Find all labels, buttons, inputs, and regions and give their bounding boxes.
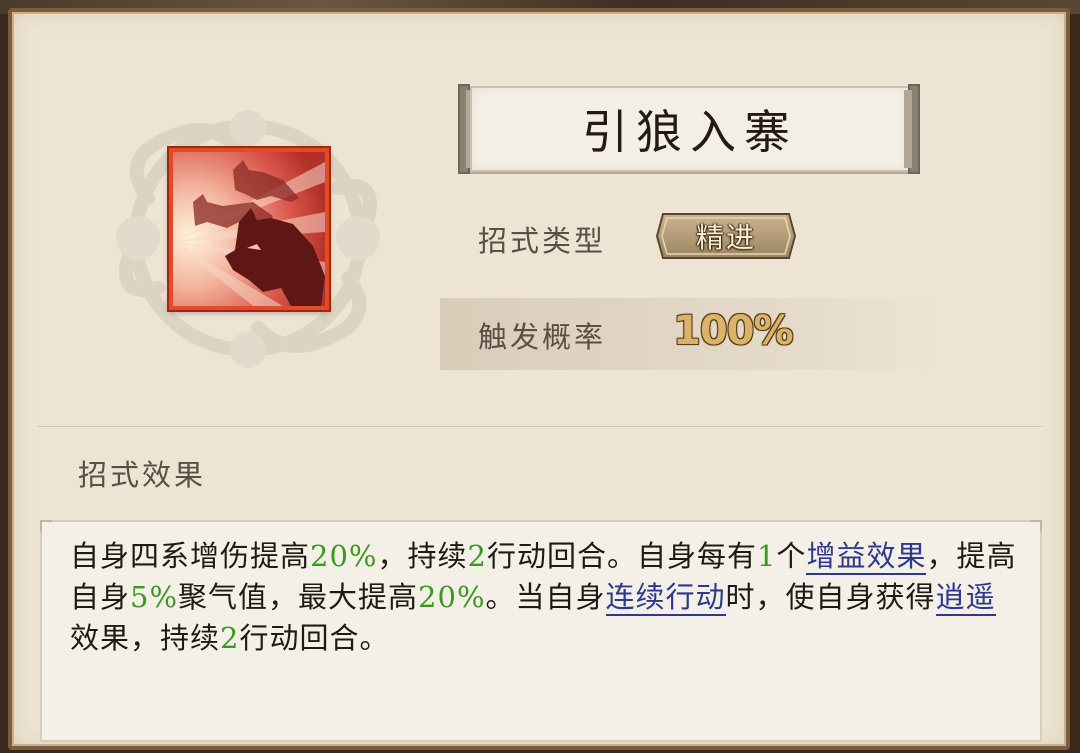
skill-name: 引狼入寨	[582, 105, 798, 159]
effect-text-segment: 时，使自身获得	[725, 580, 936, 614]
effect-section-label: 招式效果	[78, 458, 207, 492]
effect-highlight-value: 20%	[310, 539, 378, 573]
title-plate: 引狼入寨	[470, 86, 910, 172]
effect-text-segment: 行动回合。	[239, 621, 390, 655]
skill-type-label: 招式类型	[478, 224, 607, 258]
trigger-probability-value: 100%	[673, 308, 794, 354]
effect-description-text: 自身四系增伤提高20%，持续2行动回合。自身每有1个增益效果，提高自身5%聚气值…	[70, 536, 1020, 659]
effect-highlight-value: 2	[467, 539, 487, 573]
trigger-probability-label: 触发概率	[478, 320, 607, 354]
effect-text-segment: ，持续	[377, 539, 468, 573]
skill-type-value: 精进	[695, 221, 756, 254]
skill-title-banner: 引狼入寨	[458, 84, 920, 176]
effect-keyword-link[interactable]: 增益效果	[806, 539, 927, 575]
effect-highlight-value: 20%	[418, 580, 486, 614]
effect-text-segment: 聚气值，最大提高	[178, 580, 419, 614]
effect-text-segment: 效果，持续	[70, 621, 221, 655]
effect-text-segment: 行动回合。自身每有	[486, 539, 757, 573]
effect-keyword-link[interactable]: 连续行动	[605, 580, 726, 616]
effect-keyword-link[interactable]: 逍遥	[935, 580, 996, 616]
effect-text-segment: 个	[776, 539, 807, 573]
skill-type-badge: 精进	[655, 212, 797, 260]
effect-text-segment: 。当自身	[485, 580, 606, 614]
wolf-pack-skill-icon	[169, 148, 329, 310]
section-divider	[38, 426, 1042, 427]
effect-highlight-value: 2	[220, 621, 240, 655]
effect-highlight-value: 1	[756, 539, 777, 573]
effect-highlight-value: 5%	[130, 580, 179, 614]
wolf-icon-art	[173, 152, 325, 306]
title-bracket-left	[458, 84, 474, 174]
title-bracket-right	[904, 84, 920, 174]
effect-description-box: 自身四系增伤提高20%，持续2行动回合。自身每有1个增益效果，提高自身5%聚气值…	[40, 520, 1042, 742]
effect-text-segment: 自身四系增伤提高	[70, 539, 311, 573]
